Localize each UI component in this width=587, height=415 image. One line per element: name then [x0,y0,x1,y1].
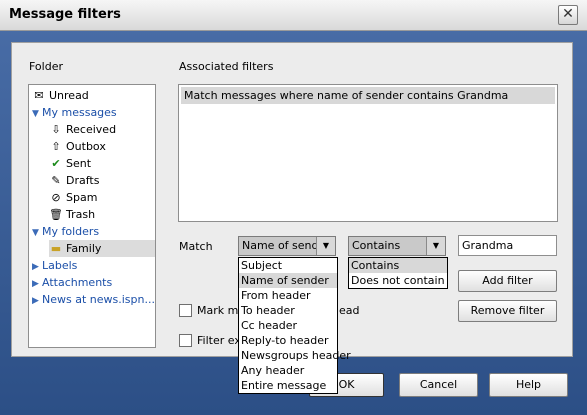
close-button[interactable]: ✕ [558,5,578,25]
close-icon: ✕ [562,6,574,22]
dialog-title: Message filters [9,7,121,22]
folder-item-label: My folders [42,225,100,238]
expanded-triangle-icon: ▼ [32,109,39,119]
cancel-button[interactable]: Cancel [399,373,478,397]
folder-label: Folder [29,60,63,73]
dropdown-option[interactable]: Newsgroups header [239,348,351,363]
chevron-down-icon: ▼ [426,237,445,255]
add-filter-button[interactable]: Add filter [458,270,557,292]
dropdown-option[interactable]: Entire message [239,378,337,393]
folder-item-unread[interactable]: ✉ Unread [32,87,89,104]
match-field-select[interactable]: Name of sender ▼ [238,236,336,256]
folder-item-label: Unread [49,89,89,102]
trash-icon: 🗑 [49,208,63,221]
folder-item-label: Attachments [42,276,113,289]
associated-filters-label: Associated filters [179,60,274,73]
dropdown-option[interactable]: To header [239,303,337,318]
folder-item-label: Sent [66,157,92,170]
dropdown-option[interactable]: From header [239,288,337,303]
folder-item-family[interactable]: ▬ Family [49,240,155,257]
folder-item-label: Spam [66,191,98,204]
dropdown-option[interactable]: Reply-to header [239,333,337,348]
match-condition-select[interactable]: Contains ▼ [348,236,446,256]
folder-item-my-folders[interactable]: ▼ My folders [32,223,99,240]
folder-item-received[interactable]: ⇩ Received [49,121,116,138]
folder-item-outbox[interactable]: ⇧ Outbox [49,138,106,155]
check-icon: ✔ [51,157,61,170]
folder-item-label: Outbox [66,140,106,153]
mark-read-label-right: ead [339,304,360,317]
mark-read-checkbox[interactable] [179,304,192,317]
folder-item-trash[interactable]: 🗑 Trash [49,206,95,223]
folder-item-label: My messages [42,106,117,119]
draft-icon: ✎ [51,174,61,187]
folder-item-label: Drafts [66,174,100,187]
filter-row[interactable]: Match messages where name of sender cont… [181,87,555,104]
envelope-icon: ✉ [34,89,44,102]
dropdown-option[interactable]: Name of sender [239,273,337,288]
match-label: Match [179,240,213,253]
help-button[interactable]: Help [489,373,568,397]
dropdown-option[interactable]: Cc header [239,318,337,333]
folder-item-labels[interactable]: ▶ Labels [32,257,77,274]
expanded-triangle-icon: ▼ [32,228,39,238]
match-field-dropdown[interactable]: Subject Name of sender From header To he… [238,257,351,394]
filter-existing-checkbox[interactable] [179,334,192,347]
folder-item-label: Labels [42,259,78,272]
folder-item-spam[interactable]: ⊘ Spam [49,189,97,206]
title-bar[interactable]: Message filters ✕ [0,0,587,31]
filter-existing-label: Filter ex [197,334,241,347]
folder-item-news[interactable]: ▶ News at news.ispn... [32,291,155,308]
folder-tree[interactable]: ✉ Unread ▼ My messages ⇩ Received ⇧ Outbox ✔… [28,84,156,348]
remove-filter-button[interactable]: Remove filter [458,300,557,322]
folder-item-drafts[interactable]: ✎ Drafts [49,172,99,189]
filters-list[interactable]: Match messages where name of sender cont… [178,84,558,222]
folder-item-label: News at news.ispn... [42,293,155,306]
folder-item-attachments[interactable]: ▶ Attachments [32,274,112,291]
folder-item-my-messages[interactable]: ▼ My messages [32,104,117,121]
chevron-down-icon: ▼ [316,237,335,255]
dropdown-option[interactable]: Does not contain [349,273,447,288]
folder-icon: ▬ [50,242,62,255]
collapsed-triangle-icon: ▶ [32,296,39,306]
arrow-up-icon: ⇧ [51,140,61,153]
folder-item-label: Family [66,242,102,255]
folder-item-label: Trash [66,208,96,221]
folder-item-label: Received [66,123,117,136]
spam-icon: ⊘ [51,191,61,204]
match-condition-value: Contains [352,239,401,252]
dropdown-option[interactable]: Any header [239,363,337,378]
folder-item-sent[interactable]: ✔ Sent [49,155,91,172]
dropdown-option[interactable]: Contains [349,258,447,273]
dropdown-option[interactable]: Subject [239,258,337,273]
match-text-input[interactable]: Grandma [458,235,557,256]
arrow-down-icon: ⇩ [51,123,61,136]
dialog-window: Message filters ✕ Folder Associated filt… [0,0,587,415]
match-condition-dropdown[interactable]: Contains Does not contain [348,257,448,289]
